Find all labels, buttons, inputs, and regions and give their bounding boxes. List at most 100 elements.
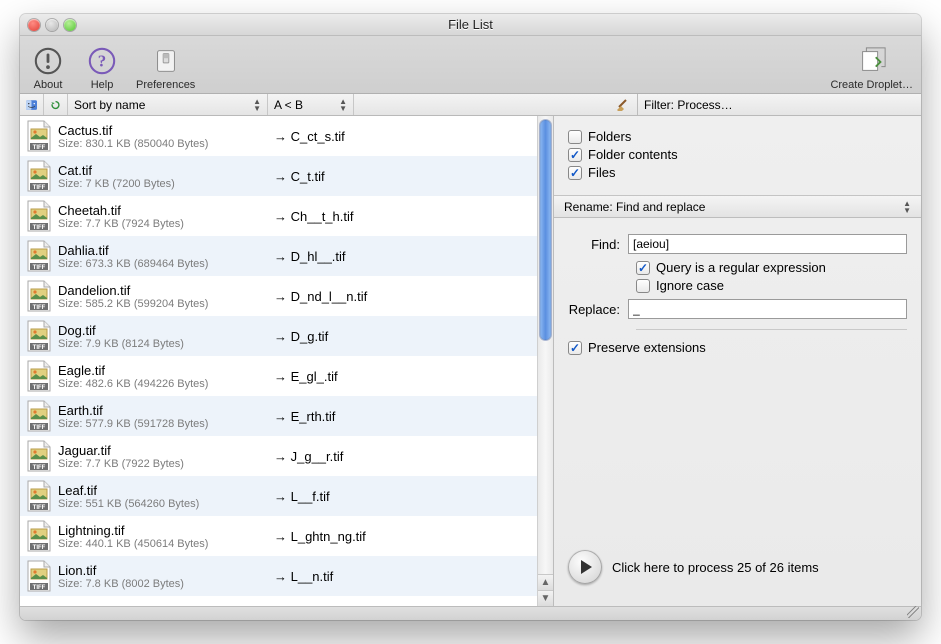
tiff-file-icon: TIFF [24, 439, 54, 473]
svg-text:?: ? [98, 52, 106, 71]
zoom-icon[interactable] [64, 19, 76, 31]
process-label: Click here to process 25 of 26 items [612, 560, 819, 575]
file-name: Cheetah.tif [58, 203, 274, 218]
filter-header[interactable]: Filter: Process… [638, 94, 921, 115]
file-size: Size: 482.6 KB (494226 Bytes) [58, 378, 274, 390]
checkbox-icon[interactable] [568, 341, 582, 355]
app-window: File List About ? Help Preferences Cre [20, 14, 921, 620]
updown-icon: ▲▼ [903, 200, 911, 214]
preserve-label: Preserve extensions [588, 340, 706, 355]
question-icon: ? [86, 45, 118, 77]
tiff-file-icon: TIFF [24, 199, 54, 233]
file-row[interactable]: TIFFDahlia.tifSize: 673.3 KB (689464 Byt… [20, 236, 537, 276]
filter-folders-label: Folders [588, 129, 631, 144]
sort-dropdown[interactable]: Sort by name ▲▼ [68, 94, 268, 115]
checkbox-icon[interactable] [568, 166, 582, 180]
checkbox-icon[interactable] [636, 261, 650, 275]
checkbox-icon[interactable] [568, 148, 582, 162]
file-size: Size: 673.3 KB (689464 Bytes) [58, 258, 274, 270]
about-button[interactable]: About [28, 45, 68, 91]
file-target: → L__n.tif [274, 569, 537, 584]
file-size: Size: 551 KB (564260 Bytes) [58, 498, 274, 510]
file-list-pane: TIFFCactus.tifSize: 830.1 KB (850040 Byt… [20, 116, 554, 606]
file-row[interactable]: TIFF Cheetah.tifSize: 7.7 KB (7924 Bytes)… [20, 196, 537, 236]
file-name: Eagle.tif [58, 363, 274, 378]
sort-label: Sort by name [74, 98, 145, 112]
filter-files-label: Files [588, 165, 615, 180]
create-droplet-button[interactable]: Create Droplet… [830, 45, 913, 91]
titlebar: File List [20, 14, 921, 36]
broom-icon[interactable] [615, 95, 631, 114]
file-target: → D_hl__.tif [274, 249, 537, 264]
replace-input[interactable] [628, 299, 907, 319]
regex-row[interactable]: Query is a regular expression [636, 260, 907, 275]
rename-section: Find: Query is a regular expression Igno… [554, 218, 921, 370]
file-list[interactable]: TIFFCactus.tifSize: 830.1 KB (850040 Byt… [20, 116, 537, 606]
tiff-file-icon: TIFF [24, 279, 54, 313]
file-row[interactable]: TIFFJaguar.tifSize: 7.7 KB (7922 Bytes)→… [20, 436, 537, 476]
svg-text:TIFF: TIFF [33, 385, 46, 391]
tiff-file-icon: TIFF [24, 319, 54, 353]
scroll-up-icon[interactable]: ▲ [538, 574, 553, 590]
svg-text:TIFF: TIFF [33, 265, 46, 271]
direction-dropdown[interactable]: A < B ▲▼ [268, 94, 354, 115]
svg-text:TIFF: TIFF [33, 185, 46, 191]
updown-icon: ▲▼ [253, 98, 261, 112]
resize-handle[interactable] [907, 606, 919, 618]
svg-text:TIFF: TIFF [33, 465, 46, 471]
tiff-file-icon: TIFF [24, 559, 54, 593]
rename-header[interactable]: Rename: Find and replace ▲▼ [554, 196, 921, 218]
file-size: Size: 7.9 KB (8124 Bytes) [58, 338, 274, 350]
file-row[interactable]: TIFFLightning.tifSize: 440.1 KB (450614 … [20, 516, 537, 556]
filter-folder-contents-row[interactable]: Folder contents [568, 147, 907, 162]
header-spacer [354, 94, 638, 115]
close-icon[interactable] [28, 19, 40, 31]
help-button[interactable]: ? Help [82, 45, 122, 91]
ignore-case-row[interactable]: Ignore case [636, 278, 907, 293]
minimize-icon[interactable] [46, 19, 58, 31]
file-row[interactable]: TIFFDog.tifSize: 7.9 KB (8124 Bytes)→ D_… [20, 316, 537, 356]
svg-text:TIFF: TIFF [33, 345, 46, 351]
preserve-row[interactable]: Preserve extensions [568, 340, 907, 355]
rename-header-label: Rename: Find and replace [564, 200, 705, 214]
file-name: Dog.tif [58, 323, 274, 338]
divider [636, 329, 907, 330]
svg-text:TIFF: TIFF [33, 225, 46, 231]
process-area: Click here to process 25 of 26 items [554, 532, 921, 606]
refresh-icon[interactable] [44, 94, 68, 115]
file-row[interactable]: TIFFCactus.tifSize: 830.1 KB (850040 Byt… [20, 116, 537, 156]
filter-files-row[interactable]: Files [568, 165, 907, 180]
filter-folders-row[interactable]: Folders [568, 129, 907, 144]
file-size: Size: 585.2 KB (599204 Bytes) [58, 298, 274, 310]
ignore-case-label: Ignore case [656, 278, 724, 293]
scrollbar-thumb[interactable] [540, 120, 551, 340]
file-size: Size: 7.7 KB (7922 Bytes) [58, 458, 274, 470]
process-button[interactable] [568, 550, 602, 584]
preferences-button[interactable]: Preferences [136, 45, 195, 91]
file-row[interactable]: TIFFLion.tifSize: 7.8 KB (8002 Bytes)→ L… [20, 556, 537, 596]
file-row[interactable]: TIFFCat.tifSize: 7 KB (7200 Bytes)→ C_t.… [20, 156, 537, 196]
scroll-down-icon[interactable]: ▼ [538, 590, 553, 606]
file-target: → L_ghtn_ng.tif [274, 529, 537, 544]
checkbox-icon[interactable] [568, 130, 582, 144]
filter-folder-contents-label: Folder contents [588, 147, 678, 162]
direction-label: A < B [274, 98, 303, 112]
switch-icon [150, 45, 182, 77]
tiff-file-icon: TIFF [24, 479, 54, 513]
tiff-file-icon: TIFF [24, 239, 54, 273]
find-input[interactable] [628, 234, 907, 254]
checkbox-icon[interactable] [636, 279, 650, 293]
tiff-file-icon: TIFF [24, 159, 54, 193]
file-size: Size: 440.1 KB (450614 Bytes) [58, 538, 274, 550]
replace-label: Replace: [568, 302, 628, 317]
file-size: Size: 7.7 KB (7924 Bytes) [58, 218, 274, 230]
preferences-label: Preferences [136, 79, 195, 91]
toolbar: About ? Help Preferences Create Droplet… [20, 36, 921, 94]
file-row[interactable]: TIFFLeaf.tifSize: 551 KB (564260 Bytes)→… [20, 476, 537, 516]
file-name: Leaf.tif [58, 483, 274, 498]
file-row[interactable]: TIFF Eagle.tifSize: 482.6 KB (494226 Byte… [20, 356, 537, 396]
file-row[interactable]: TIFFDandelion.tifSize: 585.2 KB (599204 … [20, 276, 537, 316]
file-row[interactable]: TIFFEarth.tifSize: 577.9 KB (591728 Byte… [20, 396, 537, 436]
scrollbar[interactable]: ▲ ▼ [537, 116, 553, 606]
finder-icon[interactable] [20, 94, 44, 115]
